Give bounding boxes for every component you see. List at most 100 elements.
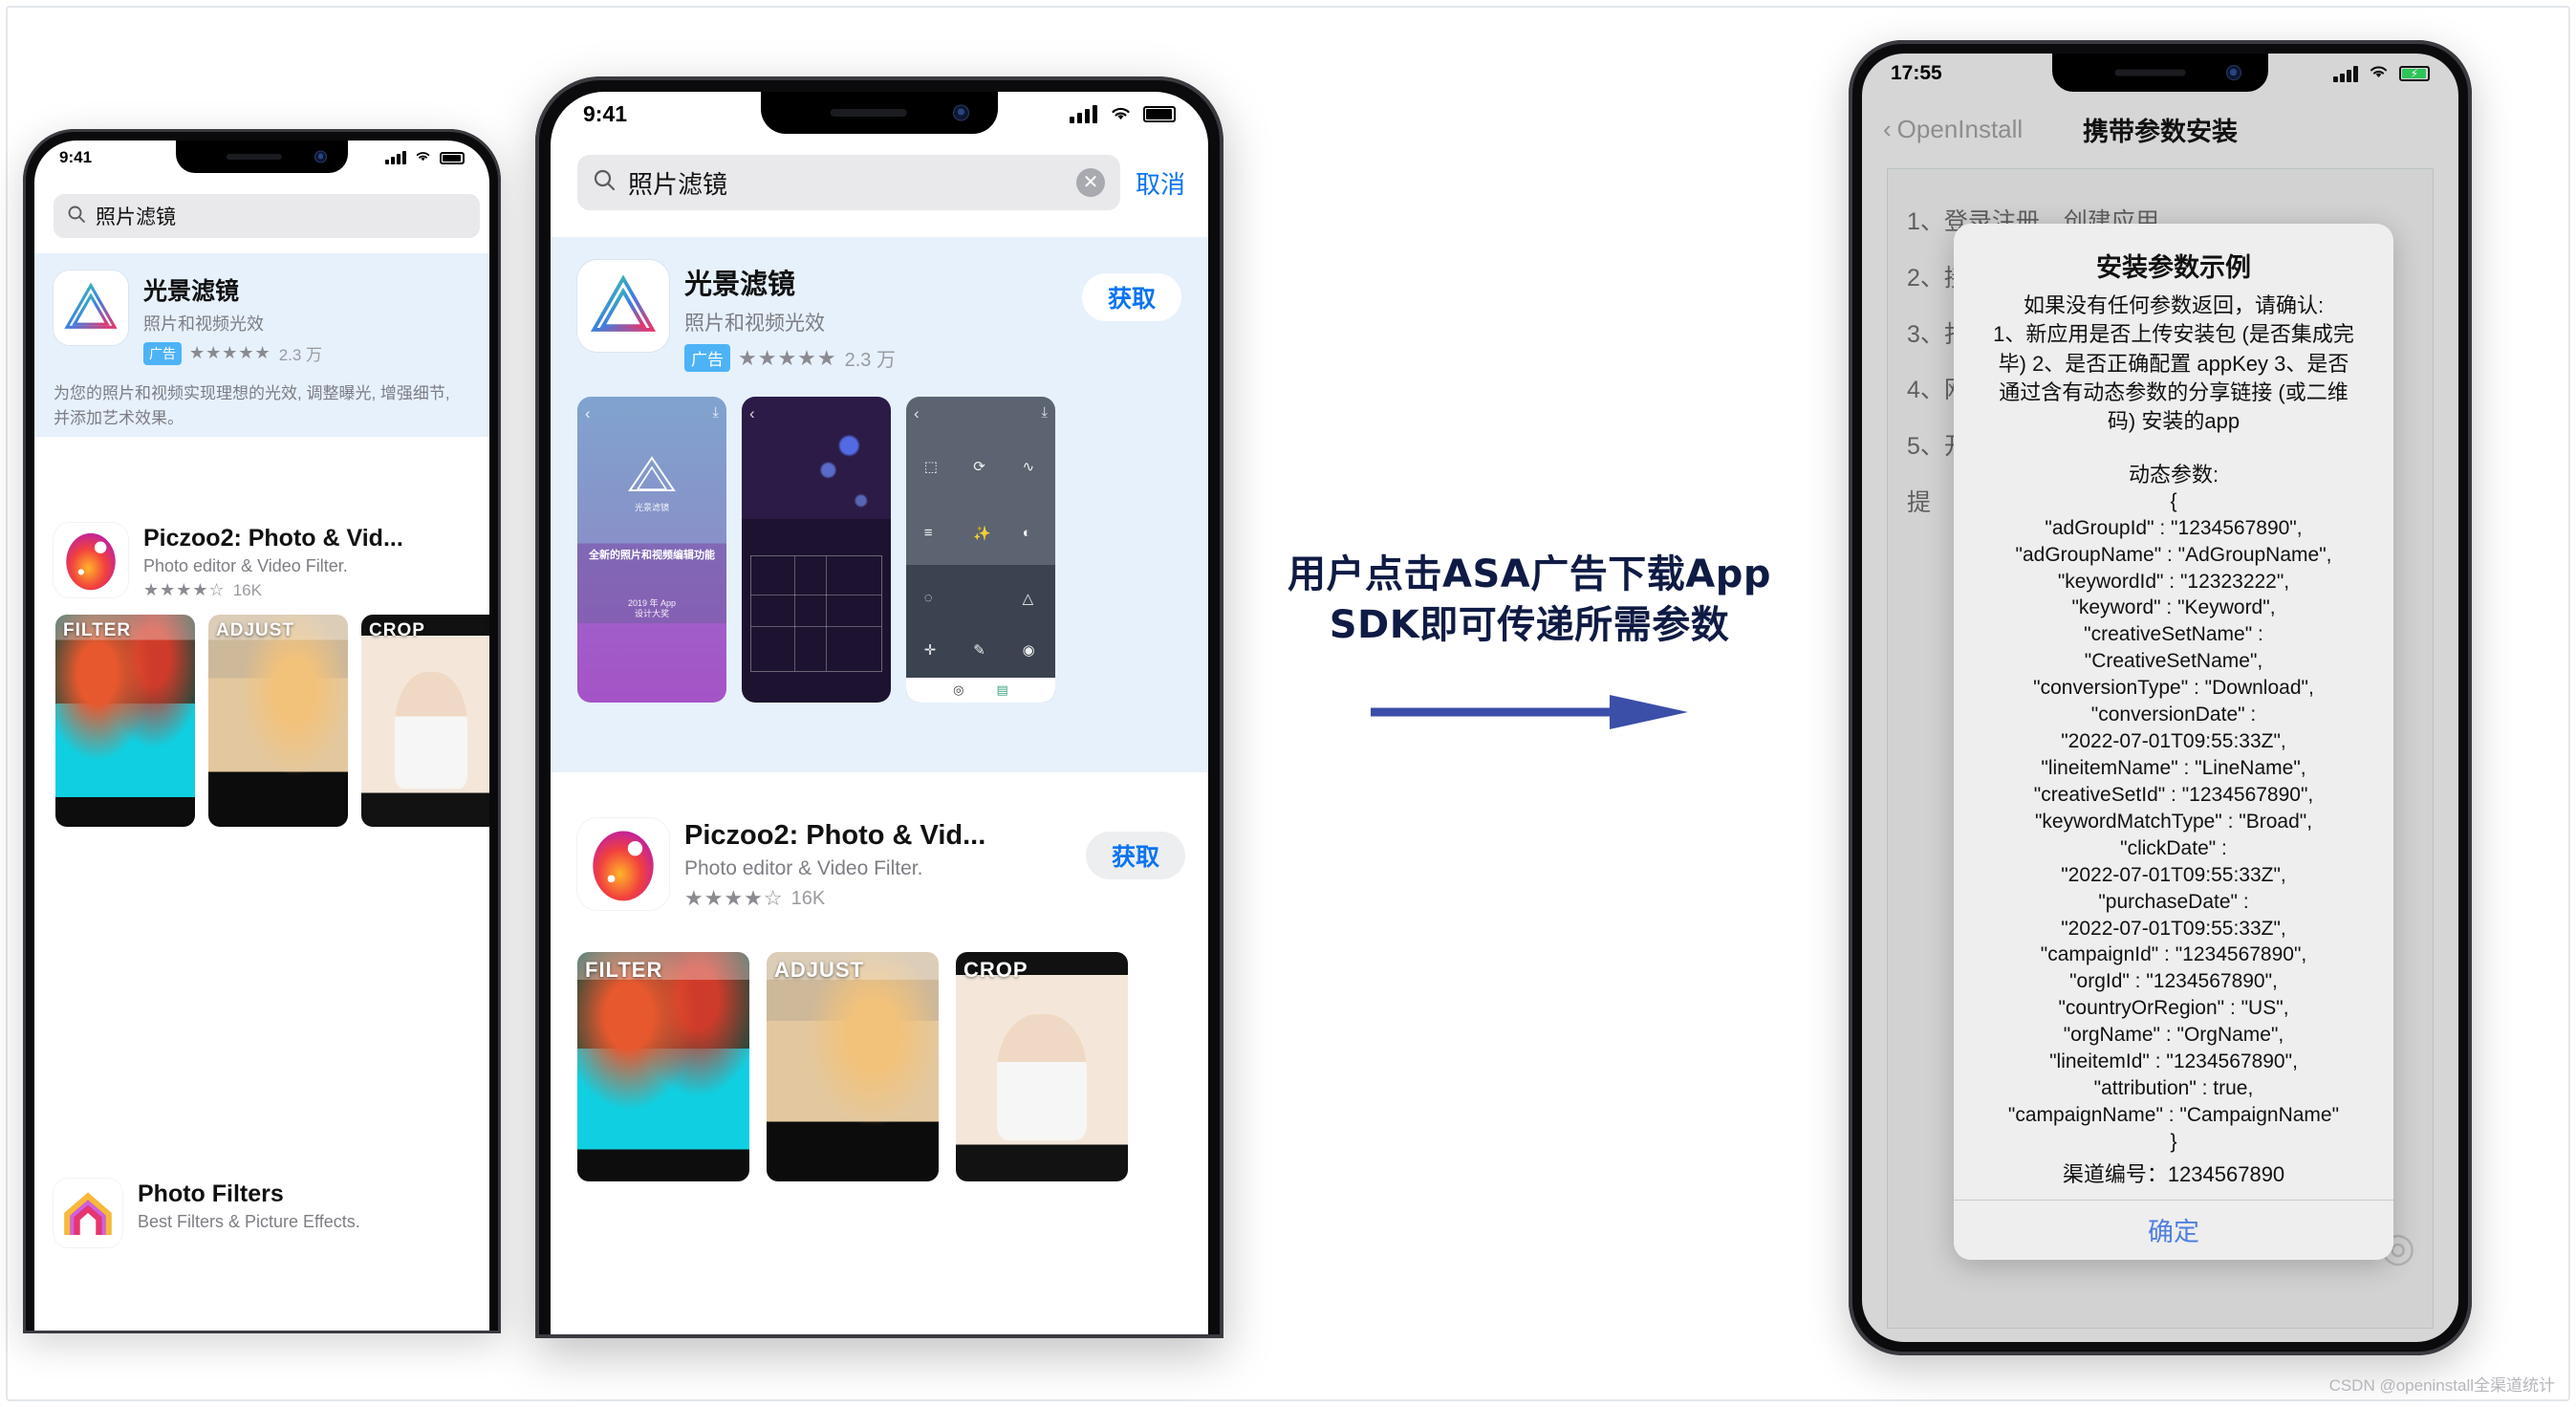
get-button[interactable]: 获取	[1086, 832, 1185, 879]
cellular-bars-icon	[385, 151, 408, 164]
battery-icon	[440, 151, 465, 164]
status-indicators	[385, 148, 465, 167]
star-rating-icon: ★★★★☆	[143, 580, 226, 599]
middle-app2-row[interactable]: Piczoo2: Photo & Vid... Photo editor & V…	[577, 818, 1185, 911]
ad-screenshot-2[interactable]: ‹	[742, 397, 891, 703]
left-search-field[interactable]: 照片滤镜	[54, 194, 480, 238]
wifi-icon	[2368, 62, 2390, 85]
editor-tabbar[interactable]: ◎ ▤	[906, 678, 1055, 703]
screenshot-thumb[interactable]: CROP	[361, 615, 489, 827]
status-indicators: ⚡	[2333, 62, 2430, 85]
battery-icon	[1143, 105, 1176, 122]
screenshot-caption: ADJUST	[216, 620, 295, 640]
screenshot-thumb[interactable]: CROP	[956, 952, 1128, 1181]
app-subtitle: 照片和视频光效	[143, 314, 264, 334]
status-time: 9:41	[583, 100, 628, 126]
right-navbar: ‹ OpenInstall 携带参数安装	[1862, 99, 2458, 159]
left-phone-mockup: 9:41 照片滤镜 光景滤镜 照片和视频光效 广告 ★★★★★ 2.3 万 为您…	[23, 129, 501, 1333]
json-line: "campaignId" : "1234567890",	[2040, 943, 2307, 966]
filters-tab-icon[interactable]: ◎	[953, 682, 963, 698]
middle-ad-result-card[interactable]: 光景滤镜 照片和视频光效 广告 ★★★★★ 2.3 万 获取 ‹ ⤓ 光景滤镜 …	[551, 237, 1208, 772]
middle-phone-mockup: 9:41 照片滤镜 ✕ 取消 光景滤镜 照片和视频光效 广告 ★★★★★ 2.3…	[535, 76, 1223, 1338]
right-phone-screen: 17:55 ⚡ ‹ OpenInstall 携带参数安装 1、登录注册、创建应用…	[1862, 54, 2458, 1342]
earpiece-speaker	[830, 109, 907, 117]
screenshot-thumb[interactable]: ADJUST	[208, 615, 348, 827]
back-button[interactable]: ‹ OpenInstall	[1883, 115, 2023, 144]
callout-line-2: SDK即可传递所需参数	[1329, 602, 1730, 647]
download-icon: ⤓	[712, 404, 719, 421]
curves-tool-icon: ∿	[1022, 459, 1035, 475]
dialog-body: 安装参数示例 如果没有任何参数返回，请确认: 1、新应用是否上传安装包 (是否集…	[1954, 224, 2393, 1200]
flow-arrow-icon	[1371, 695, 1688, 729]
rating-count: 2.3 万	[278, 346, 323, 364]
dialog-sub-line: 通过含有动态参数的分享链接 (或二维	[1999, 380, 2349, 405]
middle-notch	[761, 92, 998, 134]
channel-number: 渠道编号：1234567890	[2062, 1161, 2285, 1186]
json-line: "2022-07-01T09:55:33Z",	[2061, 917, 2286, 940]
screenshot-thumb[interactable]: ADJUST	[767, 952, 939, 1181]
person-figure	[997, 1013, 1087, 1140]
ad-screenshot-1[interactable]: ‹ ⤓ 光景滤镜 全新的照片和视频编辑功能 2019 年 App 设计大奖	[577, 397, 726, 703]
ad-award-text: 2019 年 App 设计大奖	[627, 598, 677, 619]
left-ad-description: 为您的照片和视频实现理想的光效, 调整曝光, 增强细节, 并添加艺术效果。	[54, 384, 450, 427]
cancel-button[interactable]: 取消	[1136, 165, 1185, 201]
person-figure	[395, 671, 467, 790]
json-line: "attribution" : true,	[2093, 1077, 2254, 1100]
middle-ad-screenshot-strip[interactable]: ‹ ⤓ 光景滤镜 全新的照片和视频编辑功能 2019 年 App 设计大奖 ‹	[577, 397, 1181, 703]
clear-circle-icon[interactable]: ✕	[1075, 168, 1105, 197]
status-time: 9:41	[59, 148, 93, 166]
callout-text: 用户点击ASA广告下载App SDK即可传递所需参数	[1262, 550, 1797, 651]
app-name: Piczoo2: Photo & Vid...	[684, 820, 986, 851]
middle-app2-meta: Piczoo2: Photo & Vid... Photo editor & V…	[684, 818, 1071, 911]
confirm-button[interactable]: 确定	[1954, 1200, 2393, 1260]
search-input-value: 照片滤镜	[96, 206, 176, 228]
json-line: "lineitemId" : "1234567890",	[2049, 1050, 2298, 1073]
app-subtitle: Photo editor & Video Filter.	[684, 857, 923, 879]
middle-phone-screen: 9:41 照片滤镜 ✕ 取消 光景滤镜 照片和视频光效 广告 ★★★★★ 2.3…	[551, 92, 1208, 1338]
left-app3-row[interactable]: Photo Filters Best Filters & Picture Eff…	[54, 1179, 474, 1247]
rating-count: 16K	[232, 580, 262, 599]
ad-headline: 全新的照片和视频编辑功能	[589, 549, 715, 561]
dynamic-params-json: { "adGroupId" : "1234567890", "adGroupNa…	[1967, 488, 2380, 1156]
app-rating-row: 广告 ★★★★★ 2.3 万	[684, 344, 1067, 372]
app-name: 光景滤镜	[143, 278, 240, 305]
left-screenshot-strip[interactable]: FILTER ADJUST CROP	[55, 615, 489, 827]
wifi-icon	[1109, 101, 1133, 127]
screenshot-thumb[interactable]: FILTER	[55, 615, 195, 827]
screenshot-canvas: 9:41 照片滤镜 光景滤镜 照片和视频光效 广告 ★★★★★ 2.3 万 为您…	[0, 0, 2576, 1407]
crop-tool-icon: ⬚	[923, 459, 938, 475]
ad-badge: 广告	[684, 344, 730, 372]
json-line: {	[2170, 489, 2177, 512]
search-icon	[593, 168, 617, 197]
app-subtitle: Photo editor & Video Filter.	[143, 556, 348, 575]
star-rating-icon: ★★★★☆	[684, 886, 784, 910]
json-line: "keywordId" : "12323222",	[2057, 570, 2290, 593]
right-phone-mockup: 17:55 ⚡ ‹ OpenInstall 携带参数安装 1、登录注册、创建应用…	[1849, 40, 2472, 1355]
get-button[interactable]: 获取	[1082, 273, 1181, 321]
middle-search-row: 照片滤镜 ✕ 取消	[577, 155, 1185, 210]
earpiece-speaker	[226, 154, 282, 160]
json-line: "creativeSetId" : "1234567890",	[2033, 783, 2314, 806]
app-name: 光景滤镜	[684, 270, 796, 300]
left-app2-row[interactable]: Piczoo2: Photo & Vid... Photo editor & V…	[54, 523, 474, 600]
ad-screenshot-3[interactable]: ‹ ⤓ ⬚ ⟳ ∿ ≡ ✨ ◐ ◌ △ ✛ ✎ ◉ ◎ ▤	[906, 397, 1055, 703]
dialog-sub-line: 码) 安装的app	[2107, 409, 2240, 434]
piczoo-logo-icon	[54, 523, 128, 597]
json-line: "keywordMatchType" : "Broad",	[2034, 810, 2313, 833]
tools-tab-icon[interactable]: ▤	[997, 682, 1008, 698]
screenshot-thumb[interactable]: FILTER	[577, 952, 749, 1181]
middle-ad-app-row: 光景滤镜 照片和视频光效 广告 ★★★★★ 2.3 万 获取	[577, 260, 1181, 372]
json-line: "keyword" : "Keyword",	[2071, 596, 2276, 619]
blur-tool-icon: ◌	[923, 589, 933, 606]
guangjing-filter-app-icon	[54, 271, 128, 345]
photo-filters-app-icon	[54, 1179, 122, 1247]
screenshot-caption: ADJUST	[774, 958, 865, 982]
chevron-left-icon: ‹	[585, 404, 591, 422]
rating-count: 2.3 万	[844, 350, 896, 371]
middle-search-field[interactable]: 照片滤镜 ✕	[577, 155, 1120, 210]
piczoo-logo-icon	[577, 818, 669, 910]
star-rating-icon: ★★★★★	[189, 343, 271, 362]
middle-screenshot-strip[interactable]: FILTER ADJUST CROP	[577, 952, 1128, 1181]
screenshot-caption: CROP	[369, 620, 425, 640]
